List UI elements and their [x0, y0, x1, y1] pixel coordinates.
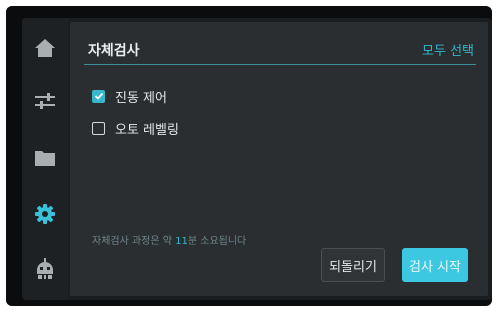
option-vibration-control[interactable]: 진동 제어 — [92, 86, 167, 106]
info-suffix: 분 소요됩니다 — [187, 236, 247, 247]
check-icon — [94, 92, 103, 100]
info-minutes: 11 — [175, 236, 188, 247]
checkbox-unchecked[interactable] — [92, 121, 105, 135]
start-test-button[interactable]: 검사 시작 — [402, 248, 468, 282]
sliders-icon — [35, 93, 55, 109]
sidebar-item-assistant[interactable] — [22, 249, 68, 289]
sidebar — [22, 18, 68, 300]
option-auto-leveling[interactable]: 오토 레벨링 — [92, 118, 179, 138]
touch-screen: 자체검사 모두 선택 진동 제어 오토 레벨링 자체검사 과정은 약 11분 소… — [22, 18, 492, 300]
sidebar-item-system[interactable] — [22, 194, 68, 234]
revert-button[interactable]: 되돌리기 — [321, 248, 385, 282]
folder-icon — [35, 151, 55, 166]
select-all-button[interactable]: 모두 선택 — [422, 40, 474, 59]
duration-info: 자체검사 과정은 약 11분 소요됩니다 — [92, 232, 246, 247]
checkbox-checked[interactable] — [92, 89, 105, 103]
robot-icon — [37, 258, 53, 279]
option-label: 진동 제어 — [115, 90, 167, 106]
panel-header: 자체검사 모두 선택 — [84, 36, 476, 65]
sidebar-item-files[interactable] — [22, 138, 68, 178]
info-prefix: 자체검사 과정은 약 — [92, 236, 176, 247]
option-label: 오토 레벨링 — [115, 122, 179, 138]
home-icon — [35, 39, 55, 57]
sidebar-item-home[interactable] — [22, 28, 68, 68]
sidebar-item-settings-adjust[interactable] — [22, 81, 68, 121]
page-title: 자체검사 — [88, 43, 140, 59]
self-test-panel: 자체검사 모두 선택 진동 제어 오토 레벨링 자체검사 과정은 약 11분 소… — [70, 22, 488, 296]
gear-icon — [35, 204, 55, 224]
